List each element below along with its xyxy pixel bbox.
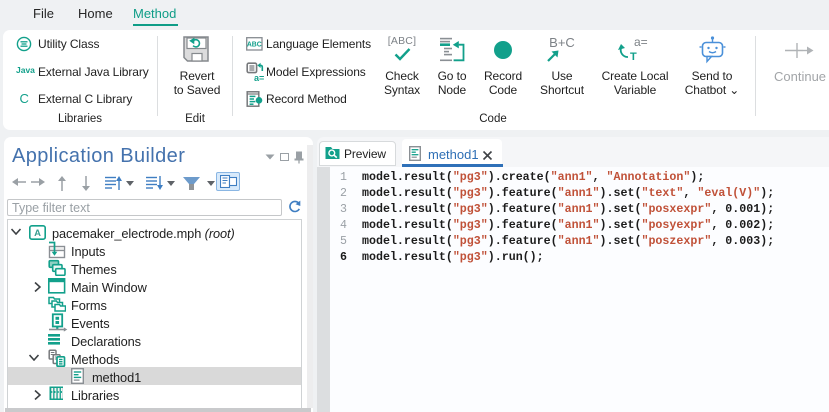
svg-text:T: T: [630, 51, 637, 63]
svg-text:A: A: [34, 228, 41, 239]
svg-text:ABC: ABC: [247, 41, 262, 48]
svg-text:a=: a=: [254, 73, 264, 82]
svg-text:a=: a=: [634, 35, 648, 49]
